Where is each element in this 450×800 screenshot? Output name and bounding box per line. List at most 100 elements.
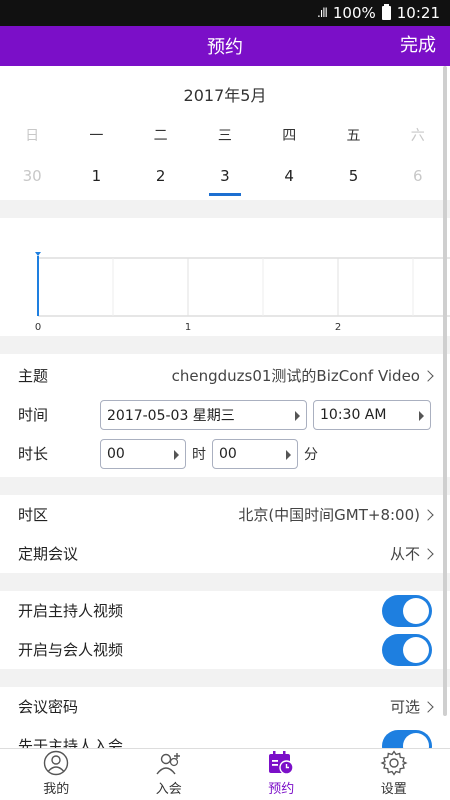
- divider: [0, 573, 450, 591]
- weekday-mon: 一: [89, 128, 104, 144]
- weekday-thu: 四: [282, 128, 297, 144]
- minute-unit: 分: [304, 446, 318, 463]
- divider: [0, 669, 450, 687]
- toggle-knob: [403, 597, 429, 624]
- timezone-value: 北京(中国时间GMT+8:00): [238, 504, 434, 525]
- tick-label: 1: [185, 322, 191, 333]
- battery-icon: [381, 4, 391, 20]
- date-value: 2017-05-03 星期三: [107, 407, 235, 424]
- day-cell[interactable]: 4: [257, 156, 321, 196]
- triangle-right-icon: [286, 449, 291, 460]
- join-icon: [156, 753, 180, 775]
- triangle-right-icon: [295, 410, 300, 421]
- minutes-value: 00: [219, 445, 237, 462]
- divider: [0, 477, 450, 495]
- join-before-host-toggle[interactable]: [382, 729, 432, 748]
- divider: [0, 200, 450, 218]
- app-bar: 预约 完成: [0, 26, 450, 66]
- weekday-sun: 日: [25, 128, 40, 144]
- participant-video-row: 开启与会人视频: [0, 630, 450, 669]
- week-calendar: 2017年5月 日 一 二 三 四 五 六 30 1 2 3 4 5 6: [0, 66, 450, 200]
- day-cell: 6: [412, 167, 423, 185]
- weekday-tue: 二: [153, 128, 168, 144]
- hour-unit: 时: [192, 446, 206, 463]
- day-cell[interactable]: 1: [64, 156, 128, 196]
- date-picker[interactable]: 2017-05-03 星期三: [100, 399, 307, 430]
- tab-label: 入会: [155, 782, 182, 797]
- topic-row[interactable]: 主题 chengduzs01测试的BizConf Video: [0, 356, 450, 395]
- month-title: 2017年5月: [183, 86, 267, 105]
- timezone-text: 北京(中国时间GMT+8:00): [238, 506, 420, 524]
- tab-settings[interactable]: 设置: [338, 749, 450, 800]
- toggle-knob: [403, 636, 429, 663]
- join-before-host-row: 先于主持人入会: [0, 726, 450, 748]
- minutes-picker[interactable]: 00: [212, 438, 298, 469]
- time-row: 时间 2017-05-03 星期三 10:30 AM: [0, 395, 450, 434]
- topic-label: 主题: [18, 367, 49, 385]
- password-value: 可选: [389, 696, 434, 717]
- password-row[interactable]: 会议密码 可选: [0, 687, 450, 726]
- page-title: 预约: [207, 37, 243, 58]
- password-label: 会议密码: [18, 698, 79, 716]
- weekday-header: 日 一 二 三 四 五 六: [0, 116, 450, 156]
- done-button[interactable]: 完成: [400, 26, 436, 66]
- weekday-sat: 六: [410, 128, 425, 144]
- topic-value: chengduzs01测试的BizConf Video: [171, 365, 434, 386]
- weekday-wed: 三: [217, 128, 232, 144]
- day-row: 30 1 2 3 4 5 6: [0, 156, 450, 196]
- password-text: 可选: [389, 698, 420, 716]
- hours-value: 00: [107, 445, 125, 462]
- bottom-tab-bar: 我的 入会 预约 设置: [0, 748, 450, 800]
- participant-video-label: 开启与会人视频: [18, 641, 124, 659]
- user-icon: [44, 750, 69, 776]
- recurring-value: 从不: [390, 543, 434, 564]
- join-before-host-label: 先于主持人入会: [18, 737, 124, 748]
- status-bar: .ıll 100% 10:21: [0, 0, 450, 26]
- duration-label: 时长: [18, 445, 49, 463]
- tick-label: 2: [335, 322, 341, 333]
- tab-mine[interactable]: 我的: [0, 749, 113, 800]
- tab-label: 我的: [43, 782, 70, 797]
- weekday-fri: 五: [346, 128, 361, 144]
- hours-picker[interactable]: 00: [100, 438, 186, 469]
- time-label: 时间: [18, 406, 49, 424]
- meeting-basics-section: 主题 chengduzs01测试的BizConf Video 时间 2017-0…: [0, 354, 450, 477]
- host-video-toggle[interactable]: [382, 594, 432, 627]
- schedule-section: 时区 北京(中国时间GMT+8:00) 定期会议 从不: [0, 495, 450, 573]
- triangle-right-icon: [174, 449, 179, 460]
- toggle-knob: [403, 732, 429, 748]
- scrollbar[interactable]: [443, 66, 447, 716]
- schedule-icon: [269, 751, 294, 775]
- tick-label: 0: [35, 322, 41, 333]
- signal-icon: .ıll: [317, 6, 328, 20]
- clock: 10:21: [396, 4, 440, 22]
- day-cell-selected[interactable]: 3: [193, 156, 257, 196]
- security-section: 会议密码 可选 先于主持人入会: [0, 687, 450, 748]
- recurring-label: 定期会议: [18, 545, 79, 563]
- tab-join[interactable]: 入会: [113, 749, 226, 800]
- recurring-row[interactable]: 定期会议 从不: [0, 534, 450, 573]
- time-ruler-graphic: 0 1 2: [35, 252, 450, 333]
- triangle-right-icon: [419, 410, 424, 421]
- tab-label: 设置: [380, 782, 407, 797]
- gear-icon: [380, 750, 408, 776]
- battery-percent: 100%: [332, 4, 376, 22]
- tab-label: 预约: [268, 782, 295, 797]
- chevron-right-icon: [422, 547, 434, 560]
- duration-row: 时长 00 时 00 分: [0, 434, 450, 473]
- day-cell: 30: [22, 167, 42, 185]
- divider: [0, 336, 450, 354]
- timezone-row[interactable]: 时区 北京(中国时间GMT+8:00): [0, 495, 450, 534]
- day-cell[interactable]: 5: [321, 156, 385, 196]
- time-picker[interactable]: 10:30 AM: [313, 399, 431, 430]
- chevron-right-icon: [422, 369, 434, 382]
- form-content[interactable]: 2017年5月 日 一 二 三 四 五 六 30 1 2 3 4 5 6 0 1…: [0, 66, 450, 748]
- tab-schedule[interactable]: 预约: [225, 749, 338, 800]
- host-video-label: 开启主持人视频: [18, 602, 124, 620]
- host-video-row: 开启主持人视频: [0, 591, 450, 630]
- time-ruler[interactable]: 0 1 2: [0, 218, 450, 336]
- timezone-label: 时区: [18, 506, 49, 524]
- topic-text: chengduzs01测试的BizConf Video: [171, 367, 420, 385]
- day-cell[interactable]: 2: [129, 156, 193, 196]
- participant-video-toggle[interactable]: [382, 633, 432, 666]
